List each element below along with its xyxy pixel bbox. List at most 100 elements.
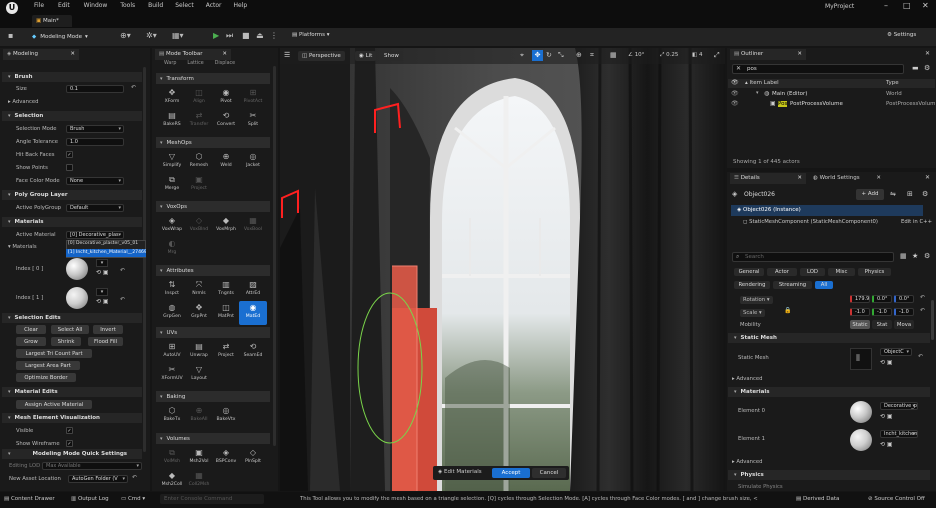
tool-xform[interactable]: ✥ XForm <box>158 86 186 110</box>
details-tab-rendering[interactable]: Rendering <box>734 281 770 289</box>
quick-settings-header[interactable]: ▾ Modeling Mode Quick Settings <box>2 449 142 459</box>
close-panel-icon[interactable]: ✕ <box>925 50 930 57</box>
static-mesh-dropdown[interactable]: ObjectC <box>880 348 912 356</box>
menu-select[interactable]: Select <box>175 2 194 9</box>
select-all-button[interactable]: Select All <box>51 325 89 334</box>
menu-build[interactable]: Build <box>148 2 163 9</box>
clear-button[interactable]: Clear <box>16 325 46 334</box>
chevron-down-icon[interactable]: ▾ <box>96 259 108 267</box>
face-color-mode-dropdown[interactable]: None <box>66 177 124 185</box>
tool-voxblnd[interactable]: ◇ VoxBlnd <box>185 214 213 238</box>
tool-mated[interactable]: ◉ MatEd <box>239 301 267 325</box>
tool-msh2coll[interactable]: ◆ Msh2Coll <box>158 469 186 493</box>
tool-mrg[interactable]: ◐ Mrg <box>158 237 186 261</box>
tool-simplify[interactable]: ▽ Simplify <box>158 150 186 174</box>
details-search[interactable]: ⌕ Search <box>732 252 894 262</box>
content-drawer-button[interactable]: ▤ Content Drawer <box>4 496 55 502</box>
tool-weld[interactable]: ⊕ Weld <box>212 150 240 174</box>
settings-icon[interactable]: ⚙ <box>924 64 930 72</box>
details-tab-actor[interactable]: Actor <box>767 268 797 276</box>
tool-jacket[interactable]: ◎ Jacket <box>239 150 267 174</box>
menu-help[interactable]: Help <box>234 2 248 9</box>
tool-unwrap[interactable]: ▤ Unwrap <box>185 340 213 364</box>
tool-warp[interactable]: Warp <box>164 61 176 66</box>
selection-header[interactable]: ▾ Selection <box>2 111 142 121</box>
tool-grppnt[interactable]: ✥ GrpPnt <box>185 301 213 325</box>
material-edits-header[interactable]: ▾ Material Edits <box>2 387 142 397</box>
platforms-button[interactable]: ▤ Platforms ▾ <box>292 32 330 38</box>
largest-area-button[interactable]: Largest Area Part <box>16 361 80 370</box>
close-icon[interactable]: ✕ <box>222 49 227 60</box>
scale-icon[interactable]: ⤡ <box>558 51 564 60</box>
static-mesh-advanced[interactable]: ▸ Advanced <box>732 376 763 382</box>
outliner-row-postprocess[interactable]: 👁 ▣ Pos PostProcessVolume PostProcessVol… <box>728 100 935 109</box>
section-attributes[interactable]: ▾ Attributes <box>156 265 270 276</box>
browse-icon[interactable]: ⟲ ▣ <box>96 298 109 305</box>
outliner-row-world[interactable]: 👁 ▾ ◍ Main (Editor) World <box>728 90 935 99</box>
materials-details-header[interactable]: ▾ Materials <box>728 387 930 397</box>
mode-toolbar-tab[interactable]: ▤ Mode Toolbar ✕ <box>155 49 231 60</box>
modeling-panel-tab[interactable]: ◈ Modeling ✕ <box>3 49 79 60</box>
section-volumes[interactable]: ▾ Volumes <box>156 433 270 444</box>
object-name[interactable]: Object026 <box>744 191 775 198</box>
materials-header[interactable]: ▾ Materials <box>2 217 142 227</box>
show-points-checkbox[interactable] <box>66 164 73 171</box>
lock-icon[interactable]: ⊞ <box>907 190 913 198</box>
settings-icon[interactable]: ⚙ <box>924 252 930 260</box>
tool-displace[interactable]: Displace <box>215 61 235 66</box>
translate-icon[interactable]: ✥ <box>532 50 543 61</box>
browse-icon[interactable]: ⟲ ▣ <box>880 413 893 420</box>
close-icon[interactable]: ✕ <box>922 1 929 10</box>
type-column[interactable]: Type <box>886 80 899 86</box>
element-1-dropdown[interactable]: Incht_kitchen <box>880 430 918 438</box>
source-control-button[interactable]: ⊘ Source Control Off <box>868 496 925 502</box>
settings-button[interactable]: ⚙ Settings <box>887 32 916 38</box>
selection-mode-dropdown[interactable]: Brush <box>66 125 124 133</box>
tool-voxwrap[interactable]: ◈ VoxWrap <box>158 214 186 238</box>
polygroup-header[interactable]: ▾ Poly Group Layer <box>2 190 142 200</box>
postprocess-eye-icon[interactable]: 👁 <box>731 100 739 107</box>
outliner-search-input[interactable]: pos <box>747 66 757 72</box>
details-tab[interactable]: ☰ Details ✕ <box>730 173 806 184</box>
grid-snap-icon[interactable]: ▦ <box>610 51 617 59</box>
tool-convert[interactable]: ⟲ Convert <box>212 109 240 133</box>
folder-add-icon[interactable]: ▬ <box>912 64 919 72</box>
largest-tri-count-button[interactable]: Largest Tri Count Part <box>16 349 92 358</box>
close-icon[interactable]: ✕ <box>797 173 802 184</box>
visibility-column-icon[interactable]: 👁 <box>731 79 739 86</box>
tool-coll2msh[interactable]: ▦ Coll2Msh <box>185 469 213 493</box>
selection-edits-header[interactable]: ▾ Selection Edits <box>2 313 142 323</box>
unreal-logo-icon[interactable]: U <box>6 2 18 14</box>
tool-bakers[interactable]: ▤ BakeRS <box>158 109 186 133</box>
close-icon[interactable]: ✕ <box>876 173 881 184</box>
tool-seamed[interactable]: ⟲ SeamEd <box>239 340 267 364</box>
maximize-icon[interactable]: □ <box>903 1 911 10</box>
details-tab-all[interactable]: All <box>815 281 833 289</box>
browse-icon[interactable]: ⟲ ▣ <box>880 441 893 448</box>
rotation-z-field[interactable]: 0.0° <box>894 295 914 303</box>
static-mesh-thumbnail[interactable]: ⦀ <box>850 348 872 370</box>
section-baking[interactable]: ▾ Baking <box>156 391 270 402</box>
derived-data-button[interactable]: ▤ Derived Data <box>796 496 839 502</box>
tool-plnsplt[interactable]: ◇ PlnSplt <box>239 446 267 470</box>
flood-fill-button[interactable]: Flood Fill <box>88 337 123 346</box>
world-icon[interactable]: ⊕ <box>576 51 582 59</box>
camera-speed[interactable]: ◧ 4 <box>692 52 702 58</box>
reset-icon[interactable]: ↶ <box>132 474 137 481</box>
console-input[interactable]: Enter Console Command <box>160 494 264 504</box>
instance-row[interactable]: ◈ Object026 (Instance) <box>731 205 923 216</box>
clear-search-icon[interactable]: ✕ <box>736 65 741 72</box>
hit-back-faces-checkbox[interactable]: ✓ <box>66 151 73 158</box>
component-row[interactable]: ◻ StaticMeshComponent (StaticMeshCompone… <box>731 218 933 227</box>
tool-align[interactable]: ◫ Align <box>185 86 213 110</box>
section-voxops[interactable]: ▾ VoxOps <box>156 201 270 212</box>
mode-toolbar-scrollbar[interactable] <box>273 66 276 446</box>
cinematics-icon[interactable]: ▦▾ <box>172 31 184 40</box>
tool-voxmrph[interactable]: ◆ VoxMrph <box>212 214 240 238</box>
chevron-down-icon[interactable]: ▾ <box>96 288 108 296</box>
reset-icon[interactable]: ↶ <box>918 353 923 360</box>
close-panel-icon[interactable]: ✕ <box>925 174 930 181</box>
physics-header[interactable]: ▾ Physics <box>728 470 930 480</box>
angle-tolerance-field[interactable]: 1.0 <box>66 138 124 146</box>
reset-icon[interactable]: ↶ <box>920 294 925 301</box>
